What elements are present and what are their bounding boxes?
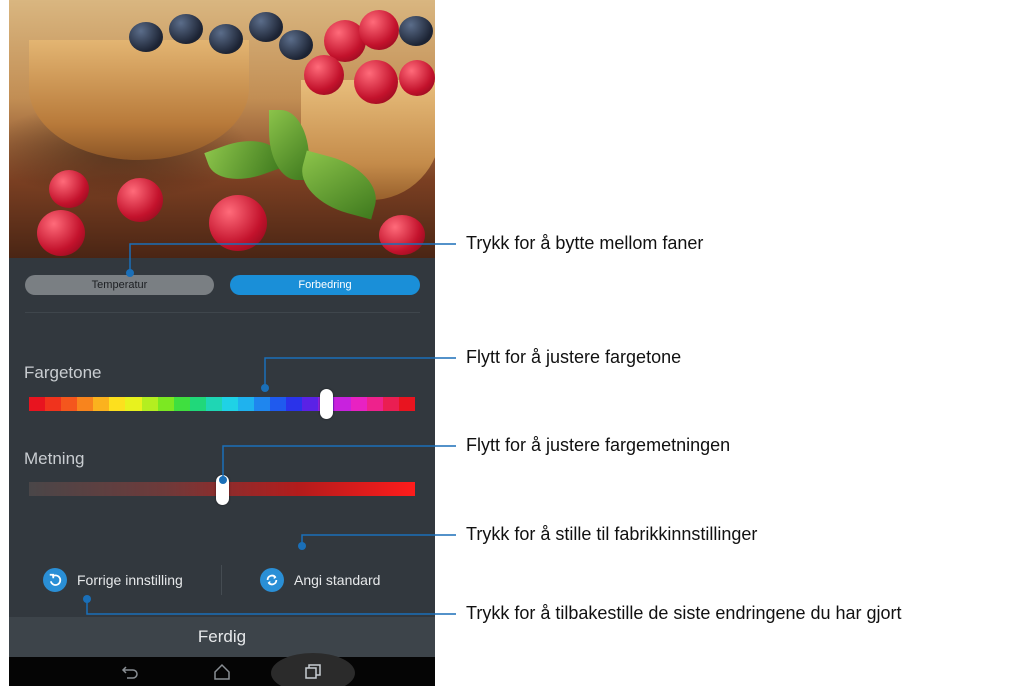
blueberry — [279, 30, 313, 60]
raspberry — [117, 178, 163, 222]
blueberry — [249, 12, 283, 42]
bowl-left — [29, 40, 249, 160]
tab-temperature[interactable]: Temperatur — [25, 275, 214, 295]
hue-slider-thumb[interactable] — [319, 389, 333, 419]
recent-apps-icon[interactable] — [302, 662, 324, 682]
preview-photo — [9, 0, 435, 258]
raspberry — [354, 60, 398, 104]
action-separator — [221, 565, 222, 595]
raspberry — [359, 10, 399, 50]
raspberry — [399, 60, 435, 96]
home-icon[interactable] — [211, 662, 233, 682]
undo-icon — [43, 568, 67, 592]
saturation-slider-thumb[interactable] — [215, 475, 229, 505]
set-default-button[interactable]: Angi standard — [260, 567, 380, 593]
back-icon[interactable] — [119, 662, 141, 682]
callout-tabs: Trykk for å bytte mellom faner — [466, 233, 704, 253]
blueberry — [399, 16, 433, 46]
blueberry — [169, 14, 203, 44]
divider — [25, 312, 420, 313]
callout-default: Trykk for å stille til fabrikkinnstillin… — [466, 524, 758, 544]
hue-slider-track[interactable] — [29, 397, 415, 411]
previous-setting-button[interactable]: Forrige innstilling — [43, 567, 183, 593]
navigation-bar — [9, 653, 435, 686]
raspberry — [37, 210, 85, 256]
blueberry — [209, 24, 243, 54]
tab-enhancement[interactable]: Forbedring — [230, 275, 420, 295]
phone-screen: Temperatur Forbedring Fargetone Metning … — [9, 0, 435, 686]
raspberry — [379, 215, 425, 255]
raspberry — [209, 195, 267, 251]
blueberry — [129, 22, 163, 52]
tab-bar: Temperatur Forbedring — [25, 275, 420, 295]
raspberry — [49, 170, 89, 208]
done-button[interactable]: Ferdig — [9, 617, 435, 657]
refresh-icon — [260, 568, 284, 592]
set-default-label: Angi standard — [294, 572, 381, 588]
callout-previous: Trykk for å tilbakestille de siste endri… — [466, 603, 902, 623]
saturation-label: Metning — [24, 449, 85, 468]
previous-setting-label: Forrige innstilling — [77, 572, 183, 588]
raspberry — [304, 55, 344, 95]
hue-label: Fargetone — [24, 363, 102, 382]
callout-saturation: Flytt for å justere fargemetningen — [466, 435, 731, 455]
callout-hue: Flytt for å justere fargetone — [466, 347, 682, 367]
